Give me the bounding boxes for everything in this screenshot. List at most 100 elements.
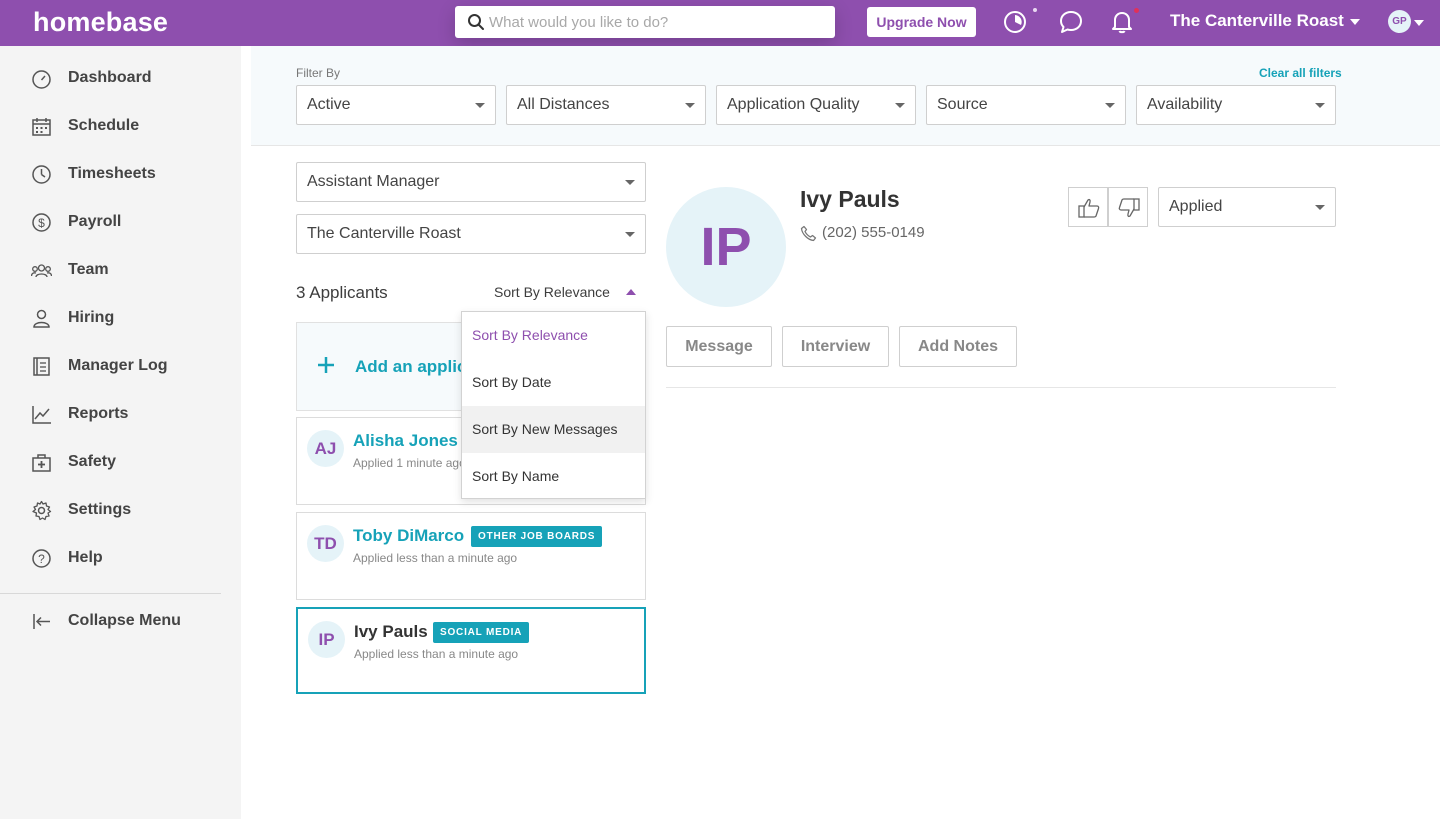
sidebar-item-safety[interactable]: Safety [0, 442, 241, 482]
upgrade-now-button[interactable]: Upgrade Now [867, 7, 976, 37]
sort-dropdown-menu: Sort By Relevance Sort By Date Sort By N… [461, 311, 646, 499]
sort-option-new-messages[interactable]: Sort By New Messages [462, 406, 645, 453]
chevron-down-icon[interactable] [1414, 20, 1424, 26]
chart-icon [32, 406, 51, 424]
sidebar: Dashboard Schedule Timesheets $ Payroll … [0, 46, 241, 819]
job-role-select[interactable]: Assistant Manager [296, 162, 646, 202]
thumbs-down-button[interactable] [1108, 187, 1148, 227]
sort-option-label: Sort By Relevance [472, 327, 588, 343]
search-box[interactable] [455, 6, 835, 38]
chevron-down-icon [625, 180, 635, 185]
sidebar-item-payroll[interactable]: $ Payroll [0, 202, 241, 242]
collapse-menu-button[interactable]: Collapse Menu [0, 601, 241, 641]
clock-icon[interactable] [1002, 9, 1028, 35]
sidebar-item-label: Help [68, 549, 103, 566]
clear-all-filters-link[interactable]: Clear all filters [1259, 66, 1342, 80]
applicant-name: Ivy Pauls [354, 622, 428, 641]
detail-divider [666, 387, 1336, 388]
applied-time: Applied less than a minute ago [354, 647, 519, 661]
applicant-status-select[interactable]: Applied [1158, 187, 1336, 227]
avatar: IP [308, 621, 345, 658]
svg-text:$: $ [38, 216, 45, 230]
quality-filter-select[interactable]: Application Quality [716, 85, 916, 125]
sort-option-label: Sort By Date [472, 374, 552, 390]
select-value: Assistant Manager [307, 173, 440, 190]
job-location-select[interactable]: The Canterville Roast [296, 214, 646, 254]
sidebar-item-label: Settings [68, 501, 132, 518]
message-button[interactable]: Message [666, 326, 772, 367]
applicant-count: 3 Applicants [296, 283, 388, 302]
dashboard-icon [32, 70, 51, 89]
chevron-down-icon [685, 103, 695, 108]
first-aid-icon [32, 454, 51, 472]
sidebar-item-manager-log[interactable]: Manager Log [0, 346, 241, 386]
plus-icon [318, 357, 334, 373]
source-badge: SOCIAL MEDIA [433, 622, 530, 643]
select-value: The Canterville Roast [307, 225, 461, 242]
sort-option-label: Sort By Name [472, 468, 560, 484]
homebase-logo[interactable]: homebase [33, 7, 168, 38]
status-filter-select[interactable]: Active [296, 85, 496, 125]
bell-notification-dot [1134, 8, 1139, 13]
thumbs-up-button[interactable] [1068, 187, 1108, 227]
sidebar-item-label: Payroll [68, 213, 122, 230]
sidebar-item-reports[interactable]: Reports [0, 394, 241, 434]
sort-option-relevance[interactable]: Sort By Relevance [462, 312, 645, 359]
team-icon [31, 264, 52, 278]
applicant-phone[interactable]: (202) 555-0149 [822, 224, 925, 241]
sort-option-date[interactable]: Sort By Date [462, 359, 645, 406]
select-value: Source [937, 96, 988, 113]
clock-icon [32, 165, 51, 184]
add-notes-button[interactable]: Add Notes [899, 326, 1017, 367]
collapse-icon [33, 614, 50, 629]
chevron-down-icon [1315, 103, 1325, 108]
sort-option-name[interactable]: Sort By Name [462, 453, 645, 500]
collapse-menu-label: Collapse Menu [68, 612, 181, 629]
sidebar-item-label: Schedule [68, 117, 140, 134]
sidebar-item-timesheets[interactable]: Timesheets [0, 154, 241, 194]
distance-filter-select[interactable]: All Distances [506, 85, 706, 125]
source-filter-select[interactable]: Source [926, 85, 1126, 125]
applicant-card-selected[interactable]: IP Ivy Pauls SOCIAL MEDIA Applied less t… [296, 607, 646, 694]
sidebar-item-team[interactable]: Team [0, 250, 241, 290]
select-value: Availability [1147, 96, 1223, 113]
interview-button[interactable]: Interview [782, 326, 889, 367]
sidebar-item-settings[interactable]: Settings [0, 490, 241, 530]
avatar: TD [307, 525, 344, 562]
applied-time: Applied 1 minute ago [353, 456, 466, 470]
sidebar-item-label: Safety [68, 453, 117, 470]
search-input[interactable] [489, 6, 819, 38]
clock-notification-dot [1033, 8, 1037, 12]
dollar-icon: $ [32, 213, 51, 232]
thumbs-up-icon [1078, 198, 1100, 218]
chat-icon[interactable] [1058, 9, 1084, 35]
filter-by-label: Filter By [296, 66, 341, 80]
user-avatar[interactable]: GP [1388, 10, 1411, 33]
select-value: Applied [1169, 198, 1223, 215]
sidebar-item-help[interactable]: ? Help [0, 538, 241, 578]
sidebar-item-dashboard[interactable]: Dashboard [0, 58, 241, 98]
chevron-down-icon [1105, 103, 1115, 108]
location-switcher[interactable]: The Canterville Roast [1170, 11, 1360, 31]
sort-toggle[interactable]: Sort By Relevance [494, 284, 610, 300]
sidebar-item-label: Dashboard [68, 69, 152, 86]
log-icon [33, 357, 50, 376]
help-icon: ? [32, 549, 51, 568]
sidebar-item-hiring[interactable]: Hiring [0, 298, 241, 338]
phone-icon [800, 225, 817, 242]
sidebar-item-schedule[interactable]: Schedule [0, 106, 241, 146]
bell-icon[interactable] [1109, 9, 1135, 35]
chevron-down-icon [475, 103, 485, 108]
applicant-detail-name: Ivy Pauls [800, 186, 900, 212]
sidebar-divider [0, 593, 221, 594]
select-value: Active [307, 96, 351, 113]
applicant-card[interactable]: TD Toby DiMarco OTHER JOB BOARDS Applied… [296, 512, 646, 600]
location-name: The Canterville Roast [1170, 11, 1344, 30]
sidebar-item-label: Reports [68, 405, 129, 422]
sidebar-item-label: Manager Log [68, 357, 168, 374]
thumbs-down-icon [1118, 198, 1140, 218]
chevron-up-icon[interactable] [626, 289, 636, 295]
availability-filter-select[interactable]: Availability [1136, 85, 1336, 125]
chevron-down-icon [895, 103, 905, 108]
svg-text:?: ? [38, 552, 45, 566]
